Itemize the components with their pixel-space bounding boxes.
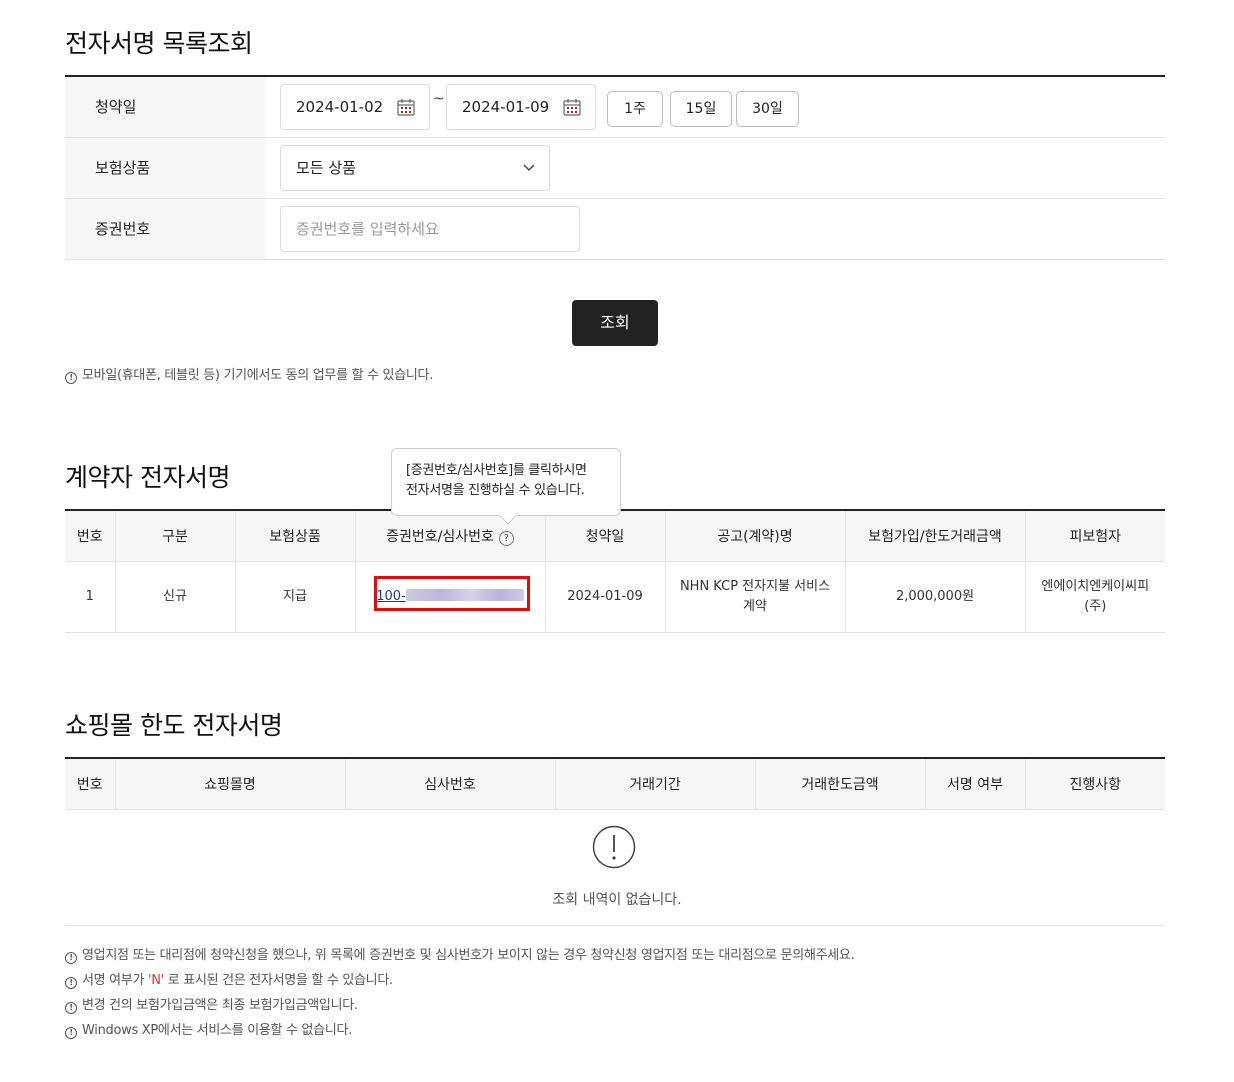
info-icon: !: [65, 977, 77, 989]
date-from-value: 2024-01-02: [296, 98, 384, 116]
info-icon: !: [65, 372, 77, 384]
col-date: 청약일: [544, 511, 665, 562]
note-4: ! Windows XP에서는 서비스를 이용할 수 없습니다.: [65, 1019, 352, 1039]
col-product: 보험상품: [234, 511, 355, 562]
cell-amount: 2,000,000원: [844, 561, 1025, 633]
chevron-down-icon: [523, 164, 535, 171]
col-contract-name: 공고(계약)명: [664, 511, 845, 562]
product-select[interactable]: 모든 상품: [280, 145, 550, 191]
info-icon: !: [65, 1002, 77, 1014]
mobile-notice-text: 모바일(휴대폰, 테블릿 등) 기기에서도 동의 업무를 할 수 있습니다.: [82, 368, 434, 383]
highlight-box: [374, 576, 530, 611]
col-status: 진행사항: [1024, 759, 1165, 810]
period-1week-button[interactable]: 1주: [607, 91, 663, 127]
info-icon: !: [65, 1027, 77, 1039]
cert-tooltip: [증권번호/심사번호]를 클릭하시면 전자서명을 진행하실 수 있습니다.: [391, 448, 621, 525]
col-review-no: 심사번호: [344, 759, 555, 810]
calendar-icon[interactable]: [563, 98, 581, 116]
date-label: 청약일: [65, 77, 265, 137]
cell-no: 1: [65, 561, 115, 633]
mobile-notice: ! 모바일(휴대폰, 테블릿 등) 기기에서도 동의 업무를 할 수 있습니다.: [65, 364, 433, 384]
shop-header-row: 번호 쇼핑몰명 심사번호 거래기간 거래한도금액 서명 여부 진행사항: [65, 759, 1165, 810]
shop-section-title: 쇼핑몰 한도 전자서명: [65, 711, 283, 740]
info-icon: !: [65, 952, 77, 964]
date-to-field[interactable]: 2024-01-09: [446, 84, 596, 130]
note-2-red: 'N': [147, 973, 164, 988]
cell-type: 신규: [114, 561, 235, 633]
calendar-icon[interactable]: [397, 98, 415, 116]
product-row: 보험상품 모든 상품: [65, 138, 1165, 199]
empty-message: 조회 내역이 없습니다.: [552, 892, 682, 908]
note-2-post: 로 표시된 건은 전자서명을 할 수 있습니다.: [163, 973, 393, 988]
note-1: ! 영업지점 또는 대리점에 청약신청을 했으나, 위 목록에 증권번호 및 심사…: [65, 944, 855, 964]
exclamation-circle-icon: [592, 825, 636, 869]
col-period: 거래기간: [554, 759, 755, 810]
note-3-text: 변경 건의 보험가입금액은 최종 보험가입금액입니다.: [82, 998, 358, 1013]
cell-product: 지급: [234, 561, 355, 633]
period-30days-button[interactable]: 30일: [736, 91, 799, 127]
date-to-value: 2024-01-09: [462, 98, 550, 116]
note-4-text: Windows XP에서는 서비스를 이용할 수 없습니다.: [82, 1023, 352, 1038]
note-2: ! 서명 여부가 'N' 로 표시된 건은 전자서명을 할 수 있습니다.: [65, 969, 393, 989]
cell-insured: 엔에이치엔케이씨피(주): [1024, 561, 1165, 633]
col-cert-label: 증권번호/심사번호: [386, 528, 494, 545]
cert-number-input[interactable]: [280, 206, 580, 252]
note-3: ! 변경 건의 보험가입금액은 최종 보험가입금액입니다.: [65, 994, 358, 1014]
date-from-field[interactable]: 2024-01-02: [280, 84, 430, 130]
col-no: 번호: [65, 759, 115, 810]
cell-date: 2024-01-09: [544, 561, 665, 633]
col-type: 구분: [114, 511, 235, 562]
col-limit-amount: 거래한도금액: [754, 759, 925, 810]
search-button[interactable]: 조회: [572, 300, 658, 346]
page-title: 전자서명 목록조회: [65, 29, 253, 58]
col-no: 번호: [65, 511, 115, 562]
note-1-text: 영업지점 또는 대리점에 청약신청을 했으나, 위 목록에 증권번호 및 심사번…: [82, 948, 855, 963]
product-label: 보험상품: [65, 138, 265, 198]
col-cert: 증권번호/심사번호?: [354, 511, 545, 562]
date-row: 청약일 2024-01-02 ~ 2024-01-09 1주 15일 30일: [65, 77, 1165, 138]
cert-label: 증권번호: [65, 199, 265, 259]
col-shop-name: 쇼핑몰명: [114, 759, 345, 810]
shop-table: 번호 쇼핑몰명 심사번호 거래기간 거래한도금액 서명 여부 진행사항: [65, 759, 1165, 810]
note-2-pre: 서명 여부가: [82, 973, 148, 988]
contract-header-row: 번호 구분 보험상품 증권번호/심사번호? 청약일 공고(계약)명 보험가입/한…: [65, 511, 1165, 562]
col-amount: 보험가입/한도거래금액: [844, 511, 1025, 562]
col-signed: 서명 여부: [924, 759, 1025, 810]
tooltip-line-1: [증권번호/심사번호]를 클릭하시면: [406, 463, 587, 478]
product-select-value: 모든 상품: [296, 159, 356, 177]
table-row: 1 신규 지급 100- 2024-01-09 NHN KCP 전자지불 서비스…: [65, 561, 1165, 633]
contract-table: 번호 구분 보험상품 증권번호/심사번호? 청약일 공고(계약)명 보험가입/한…: [65, 511, 1165, 633]
date-separator: ~: [433, 91, 445, 107]
period-15days-button[interactable]: 15일: [670, 91, 732, 127]
cert-row: 증권번호: [65, 199, 1165, 260]
cell-contract-name: NHN KCP 전자지불 서비스 계약: [664, 561, 845, 633]
tooltip-line-2: 전자서명을 진행하실 수 있습니다.: [406, 483, 585, 498]
question-icon[interactable]: ?: [498, 530, 514, 546]
contract-section-title: 계약자 전자서명: [65, 463, 230, 492]
col-insured: 피보험자: [1024, 511, 1165, 562]
